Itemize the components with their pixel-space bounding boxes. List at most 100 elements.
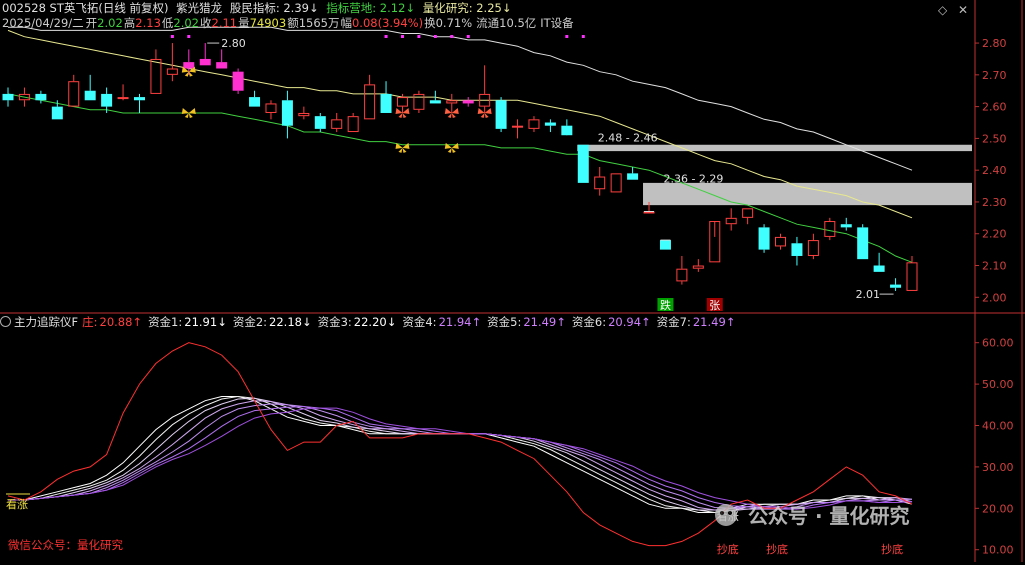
- top-marker: [417, 35, 421, 38]
- candle-body: [873, 265, 885, 272]
- candle-body: [380, 93, 392, 113]
- top-marker: [581, 35, 585, 38]
- candle: [101, 87, 113, 113]
- candle: [281, 90, 293, 139]
- indicator1-name: 紫光猎龙: [176, 1, 223, 15]
- candle-body: [462, 100, 474, 104]
- panel-toggle-icon[interactable]: [0, 316, 11, 327]
- quote-date: 2025/04/29/二: [2, 16, 84, 30]
- fund-value: 20.94↑: [608, 315, 651, 329]
- fund-value: 21.94↑: [438, 315, 482, 329]
- candle: [873, 252, 885, 272]
- change-label: 幅: [340, 16, 352, 30]
- candle: [347, 112, 359, 133]
- candle-body: [84, 90, 96, 101]
- butterfly-wing: [398, 112, 407, 118]
- close-value: 2.11: [211, 16, 238, 30]
- candle-body: [890, 284, 902, 288]
- chaodi-label: 抄底: [881, 542, 903, 556]
- fund-line-1: [8, 396, 913, 513]
- fund-label: 资金7:: [656, 315, 691, 329]
- candle-body: [807, 240, 819, 256]
- candle: [577, 144, 589, 183]
- candle: [495, 97, 507, 133]
- candle: [265, 100, 277, 120]
- candle: [166, 43, 178, 82]
- close-label: 收: [200, 16, 212, 30]
- indicator2-value: 2.12↓: [379, 1, 416, 15]
- candle-body: [281, 100, 293, 126]
- osc-tick-label: 60.00: [982, 337, 1014, 350]
- candle: [479, 65, 491, 113]
- candle: [364, 74, 376, 120]
- quote-bar: 2025/04/29/二 开2.02高2.13低2.02收2.11量74903额1…: [2, 16, 578, 31]
- candle-body: [544, 122, 556, 126]
- candle: [758, 224, 770, 253]
- candle: [462, 97, 474, 107]
- diamond-icon[interactable]: ◇: [938, 3, 947, 17]
- kanzhang-left: 看涨: [6, 497, 28, 511]
- butterfly-icon: [181, 107, 196, 118]
- price-tick-label: 2.60: [982, 101, 1007, 114]
- amt-label: 额: [287, 16, 299, 30]
- top-marker: [400, 35, 404, 38]
- chaodi-label: 抄底: [717, 542, 739, 556]
- wechat-label: 微信公众号：量化研究: [8, 538, 123, 552]
- stock-code-name: 002528 ST英飞拓(日线 前复权): [2, 1, 169, 15]
- butterfly-wing: [480, 112, 489, 118]
- osc-tick-label: 20.00: [982, 502, 1014, 515]
- candle-body: [68, 81, 80, 107]
- candle-body: [133, 97, 145, 101]
- price-tick-label: 2.10: [982, 260, 1007, 273]
- candle-body: [528, 119, 540, 129]
- candle-body: [265, 103, 277, 113]
- candle: [314, 112, 326, 133]
- watermark-logo-dot: [728, 511, 732, 515]
- fund-line-7: [8, 407, 913, 510]
- candle-body: [446, 100, 458, 104]
- candle: [840, 217, 852, 231]
- top-marker: [187, 35, 191, 38]
- candle: [857, 224, 869, 260]
- fund-value: 21.49↑: [692, 315, 736, 329]
- candle-body: [35, 93, 47, 101]
- lower-indicator-values: 庄: 20.88↑ 资金1: 21.91↓ 资金2: 22.18↓ 资金3: 22.20↓ 资金…: [82, 315, 741, 329]
- candle-body: [183, 62, 195, 69]
- price-tick-label: 2.80: [982, 37, 1007, 50]
- top-marker: [565, 35, 569, 38]
- watermark-logo-icon: [715, 504, 737, 526]
- high-value: 2.13: [135, 16, 161, 30]
- price-tick-label: 2.20: [982, 228, 1007, 241]
- fund-line-4: [8, 400, 913, 511]
- butterfly-wing: [447, 112, 456, 118]
- candle-body: [512, 125, 524, 128]
- zhang-tag: 张: [709, 299, 720, 312]
- candle-body: [150, 58, 162, 94]
- osc-tick-label: 40.00: [982, 420, 1014, 433]
- candle-body: [429, 100, 441, 104]
- candle: [775, 233, 787, 250]
- candle-body: [249, 97, 261, 107]
- close-icon[interactable]: ✕: [958, 3, 968, 17]
- fund-value: 21.91↓: [184, 315, 227, 329]
- candle: [659, 240, 671, 250]
- candle-body: [298, 112, 310, 117]
- candle: [199, 43, 211, 66]
- fund-label: 庄:: [82, 315, 98, 329]
- candle-body: [199, 58, 211, 66]
- watermark-text: 公众号 · 量化研究: [748, 504, 910, 528]
- candle-body: [561, 125, 573, 136]
- resistance-zone: [577, 144, 972, 152]
- osc-tick-label: 10.00: [982, 544, 1014, 557]
- fund-label: 资金4:: [402, 315, 437, 329]
- stock-chart[interactable]: 2.80 2.70 2.60 2.50 2.40 2.30 2.20 2.10 2.00 2.80…: [0, 0, 1025, 562]
- candle: [725, 208, 737, 231]
- candle: [594, 167, 606, 196]
- chaodi-label: 抄底: [766, 542, 788, 556]
- vol-value: 74903: [249, 16, 287, 30]
- top-marker: [170, 35, 174, 38]
- candle-body: [676, 268, 688, 282]
- candle: [35, 90, 47, 104]
- candle-body: [692, 265, 704, 269]
- top-marker: [466, 35, 470, 38]
